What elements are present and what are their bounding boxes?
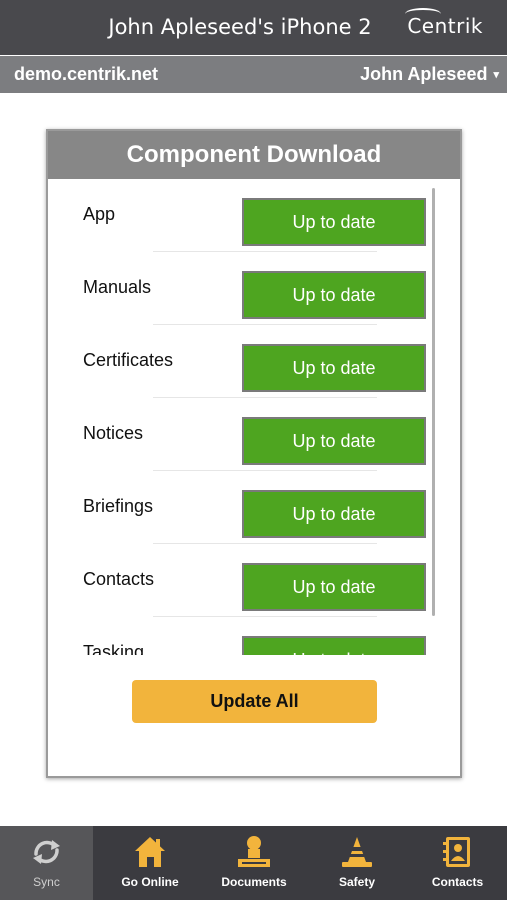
chevron-down-icon: ▾ bbox=[493, 69, 499, 81]
tab-label: Go Online bbox=[121, 875, 179, 889]
tab-label: Safety bbox=[338, 875, 376, 889]
status-button[interactable]: Up to date bbox=[242, 198, 426, 246]
tab-label: Documents bbox=[221, 875, 287, 889]
component-download-dialog: Component Download App Up to date Manual… bbox=[46, 129, 462, 778]
logo-swoosh-icon bbox=[405, 8, 442, 20]
tab-label: Sync bbox=[33, 875, 60, 889]
component-label: App bbox=[83, 204, 116, 224]
user-menu[interactable]: John Apleseed ▾ bbox=[360, 64, 499, 85]
status-button[interactable]: Up to date bbox=[242, 417, 426, 465]
component-row-tasking: Tasking Up to date bbox=[48, 617, 460, 655]
tab-documents[interactable]: Documents bbox=[202, 826, 306, 900]
list-scrollbar[interactable] bbox=[432, 188, 435, 616]
centrik-logo: Centrik bbox=[405, 8, 483, 38]
status-button[interactable]: Up to date bbox=[242, 271, 426, 319]
component-label: Notices bbox=[83, 423, 144, 443]
tab-safety[interactable]: Safety bbox=[306, 826, 408, 900]
home-icon bbox=[135, 837, 165, 867]
cone-icon bbox=[342, 837, 372, 867]
component-row-notices: Notices Up to date bbox=[48, 398, 460, 471]
component-row-certificates: Certificates Up to date bbox=[48, 325, 460, 398]
tab-contacts[interactable]: Contacts bbox=[408, 826, 507, 900]
sync-icon bbox=[33, 840, 60, 864]
component-row-contacts: Contacts Up to date bbox=[48, 544, 460, 617]
app-header: John Apleseed's iPhone 2 Centrik bbox=[0, 0, 507, 55]
component-row-app: App Up to date bbox=[48, 179, 460, 252]
component-label: Briefings bbox=[83, 496, 154, 516]
component-label: Manuals bbox=[83, 277, 152, 297]
component-label: Tasking bbox=[83, 642, 145, 655]
status-button[interactable]: Up to date bbox=[242, 636, 426, 655]
status-button[interactable]: Up to date bbox=[242, 563, 426, 611]
component-label: Certificates bbox=[83, 350, 174, 370]
account-bar: demo.centrik.net John Apleseed ▾ bbox=[0, 56, 507, 93]
tab-go-online[interactable]: Go Online bbox=[98, 826, 202, 900]
component-row-manuals: Manuals Up to date bbox=[48, 252, 460, 325]
component-list[interactable]: App Up to date Manuals Up to date Certif… bbox=[48, 179, 460, 655]
tab-sync[interactable]: Sync bbox=[0, 826, 93, 900]
contacts-icon bbox=[443, 837, 470, 867]
update-all-button[interactable]: Update All bbox=[132, 680, 377, 723]
server-address: demo.centrik.net bbox=[14, 64, 159, 84]
tab-label: Contacts bbox=[431, 875, 484, 889]
status-button[interactable]: Up to date bbox=[242, 344, 426, 392]
tab-bar: Sync Go Online Documents Safety Contacts bbox=[0, 826, 507, 900]
component-row-briefings: Briefings Up to date bbox=[48, 471, 460, 544]
status-button[interactable]: Up to date bbox=[242, 490, 426, 538]
component-label: Contacts bbox=[83, 569, 155, 589]
dialog-title: Component Download bbox=[48, 131, 460, 179]
documents-icon bbox=[238, 836, 270, 867]
user-name: John Apleseed bbox=[360, 64, 488, 84]
